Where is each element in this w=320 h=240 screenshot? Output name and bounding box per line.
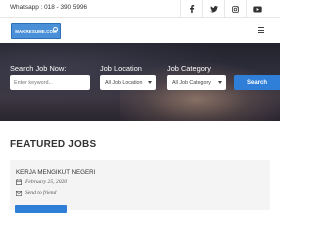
site-header: MAKRESUME.COM (0, 18, 280, 43)
chevron-down-icon (148, 81, 152, 84)
youtube-icon[interactable] (246, 0, 268, 18)
keyword-search-input[interactable] (10, 75, 90, 90)
search-button[interactable]: Search (234, 75, 280, 90)
logo-mark (53, 27, 58, 32)
job-date: February 25, 2020 (16, 179, 67, 185)
hamburger-menu-icon[interactable] (258, 27, 264, 34)
hero-search-banner: Search Job Now: Job Location All Job Loc… (0, 43, 280, 121)
instagram-icon[interactable] (224, 0, 246, 18)
location-label: Job Location (100, 64, 142, 73)
envelope-icon (16, 190, 22, 196)
top-bar: Whatsapp : 018 - 390 5996 (0, 0, 280, 18)
whatsapp-contact[interactable]: Whatsapp : 018 - 390 5996 (10, 4, 87, 11)
category-label: Job Category (167, 64, 211, 73)
twitter-icon[interactable] (202, 0, 224, 18)
chevron-down-icon (218, 81, 222, 84)
job-date-text: February 25, 2020 (25, 179, 68, 185)
send-to-friend-text: Send to friend (25, 190, 57, 196)
job-location-select[interactable]: All Job Location (100, 75, 156, 90)
location-select-value: All Job Location (105, 79, 143, 86)
category-select-value: All Job Category (172, 79, 211, 86)
send-to-friend-link[interactable]: Send to friend (16, 190, 56, 196)
job-category-select[interactable]: All Job Category (167, 75, 226, 90)
site-logo[interactable]: MAKRESUME.COM (11, 23, 61, 39)
job-action-button[interactable] (15, 205, 67, 213)
search-label: Search Job Now: (10, 64, 67, 73)
facebook-icon[interactable] (180, 0, 202, 18)
job-title[interactable]: KERJA MENGIKUT NEGERI (16, 169, 95, 176)
featured-jobs-heading: FEATURED JOBS (10, 139, 97, 150)
job-card: KERJA MENGIKUT NEGERI February 25, 2020 … (10, 160, 270, 213)
logo-text: MAKRESUME.COM (15, 28, 57, 34)
calendar-icon (16, 179, 22, 185)
